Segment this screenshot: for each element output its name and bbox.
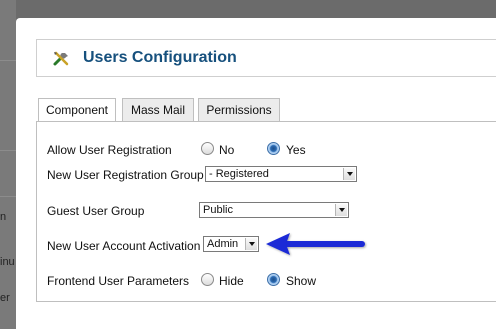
background-divider [0, 60, 16, 61]
account-activation-select[interactable]: Admin [203, 236, 259, 252]
page-title: Users Configuration [83, 49, 237, 66]
tab-mass-mail[interactable]: Mass Mail [122, 98, 194, 121]
component-settings-panel: Allow User Registration No Yes New User … [36, 121, 496, 302]
background-text: er [0, 292, 10, 304]
frontend-params-show-radio[interactable] [267, 273, 280, 286]
guest-group-label: Guest User Group [47, 204, 145, 218]
chevron-down-icon [245, 238, 257, 250]
background-text: inu [0, 256, 15, 268]
allow-registration-yes-label: Yes [286, 143, 306, 157]
tools-icon [53, 51, 69, 66]
background-text: n [0, 211, 7, 223]
new-user-group-select[interactable]: - Registered [205, 166, 357, 182]
chevron-down-icon [335, 204, 347, 216]
account-activation-value: Admin [207, 238, 239, 250]
tab-component[interactable]: Component [38, 98, 116, 122]
background-divider [0, 196, 16, 197]
guest-group-value: Public [203, 204, 233, 216]
account-activation-label: New User Account Activation [47, 239, 201, 253]
frontend-params-show-label: Show [286, 274, 317, 288]
allow-registration-yes-radio[interactable] [267, 142, 280, 155]
new-user-group-label: New User Registration Group [47, 168, 204, 182]
modal-header: Users Configuration [36, 39, 496, 77]
annotation-arrow-icon [266, 233, 365, 255]
tab-permissions[interactable]: Permissions [198, 98, 280, 121]
users-configuration-modal: Users Configuration Component Mass Mail … [16, 18, 496, 329]
chevron-down-icon [343, 168, 355, 180]
guest-group-select[interactable]: Public [199, 202, 349, 218]
background-page: n inu er [0, 0, 16, 329]
frontend-params-hide-label: Hide [219, 274, 244, 288]
new-user-group-value: - Registered [209, 168, 269, 180]
allow-registration-no-radio[interactable] [201, 142, 214, 155]
allow-registration-no-label: No [219, 143, 235, 157]
frontend-params-hide-radio[interactable] [201, 273, 214, 286]
allow-registration-label: Allow User Registration [47, 143, 172, 157]
frontend-params-label: Frontend User Parameters [47, 274, 190, 288]
background-divider [0, 150, 16, 151]
